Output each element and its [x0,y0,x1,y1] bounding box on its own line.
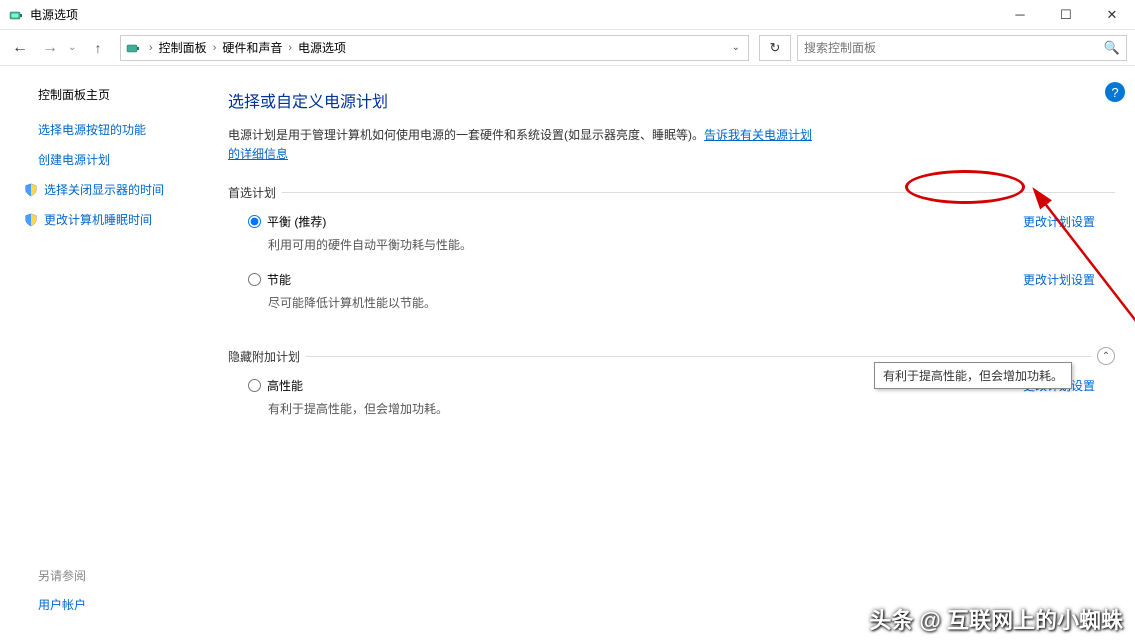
plan-desc: 有利于提高性能，但会增加功耗。 [268,400,1023,417]
sidebar-home-link[interactable]: 控制面板主页 [24,86,210,103]
section-preferred: 首选计划 [228,184,1115,201]
plan-name: 节能 [267,271,291,288]
main-panel: ? 选择或自定义电源计划 电源计划是用于管理计算机如何使用电源的一套硬件和系统设… [210,66,1135,641]
plan-name: 高性能 [267,377,303,394]
desc-text: 电源计划是用于管理计算机如何使用电源的一套硬件和系统设置(如显示器亮度、睡眠等)… [228,128,704,142]
sidebar-link-label: 更改计算机睡眠时间 [44,211,152,228]
page-description: 电源计划是用于管理计算机如何使用电源的一套硬件和系统设置(如显示器亮度、睡眠等)… [228,126,818,164]
sidebar-footer-heading: 另请参阅 [24,567,210,584]
plan-balanced: 平衡 (推荐) 利用可用的硬件自动平衡功耗与性能。 更改计划设置 [228,211,1115,269]
close-button[interactable]: ✕ [1089,0,1135,29]
minimize-button[interactable]: ─ [997,0,1043,29]
radio-input[interactable] [248,379,261,392]
forward-button[interactable]: → [38,36,62,60]
help-button[interactable]: ? [1105,82,1125,102]
change-plan-link[interactable]: 更改计划设置 [1023,271,1115,325]
plan-desc: 尽可能降低计算机性能以节能。 [268,294,1023,311]
divider [306,356,1091,357]
plan-radio-saver[interactable]: 节能 [248,271,1023,288]
change-plan-link[interactable]: 更改计划设置 [1023,213,1115,267]
sidebar-link-power-button[interactable]: 选择电源按钮的功能 [24,121,210,138]
section-label: 首选计划 [228,184,276,201]
chevron-right-icon: › [209,42,221,54]
chevron-right-icon: › [145,42,157,54]
maximize-button[interactable]: ☐ [1043,0,1089,29]
breadcrumb-item[interactable]: 电源选项 [296,39,348,56]
tooltip: 有利于提高性能，但会增加功耗。 [874,362,1072,389]
battery-icon [8,7,24,23]
search-box[interactable]: 🔍 [797,35,1127,61]
sidebar-link-create-plan[interactable]: 创建电源计划 [24,151,210,168]
radio-input[interactable] [248,273,261,286]
sidebar-link-sleep-time[interactable]: 更改计算机睡眠时间 [24,211,210,228]
plan-name: 平衡 (推荐) [267,213,326,230]
section-label: 隐藏附加计划 [228,348,300,365]
navbar: ← → ⌄ ↑ › 控制面板 › 硬件和声音 › 电源选项 ⌄ ↻ 🔍 [0,30,1135,66]
battery-icon [125,40,141,56]
sidebar: 控制面板主页 选择电源按钮的功能 创建电源计划 选择关闭显示器的时间 更改计算机… [0,66,210,641]
back-button[interactable]: ← [8,36,32,60]
address-bar[interactable]: › 控制面板 › 硬件和声音 › 电源选项 ⌄ [120,35,749,61]
plan-saver: 节能 尽可能降低计算机性能以节能。 更改计划设置 [228,269,1115,327]
shield-icon [24,183,38,197]
window-controls: ─ ☐ ✕ [997,0,1135,29]
chevron-right-icon: › [284,42,296,54]
history-dropdown[interactable]: ⌄ [68,42,80,53]
breadcrumb-item[interactable]: 硬件和声音 [220,39,284,56]
breadcrumb-item[interactable]: 控制面板 [157,39,209,56]
divider [282,192,1115,193]
window-title: 电源选项 [30,6,997,23]
plan-radio-balanced[interactable]: 平衡 (推荐) [248,213,1023,230]
collapse-button[interactable]: ⌃ [1097,347,1115,365]
sidebar-link-label: 选择关闭显示器的时间 [44,181,164,198]
sidebar-footer-link[interactable]: 用户帐户 [24,596,210,613]
radio-input[interactable] [248,215,261,228]
refresh-button[interactable]: ↻ [759,35,791,61]
plan-desc: 利用可用的硬件自动平衡功耗与性能。 [268,236,1023,253]
sidebar-link-display-off[interactable]: 选择关闭显示器的时间 [24,181,210,198]
page-title: 选择或自定义电源计划 [228,88,1115,112]
titlebar: 电源选项 ─ ☐ ✕ [0,0,1135,30]
search-icon[interactable]: 🔍 [1104,40,1120,56]
search-input[interactable] [804,41,1104,55]
watermark: 头条 @ 互联网上的小蜘蛛 [869,603,1123,635]
address-dropdown[interactable]: ⌄ [728,42,744,53]
shield-icon [24,213,38,227]
up-button[interactable]: ↑ [86,40,110,56]
